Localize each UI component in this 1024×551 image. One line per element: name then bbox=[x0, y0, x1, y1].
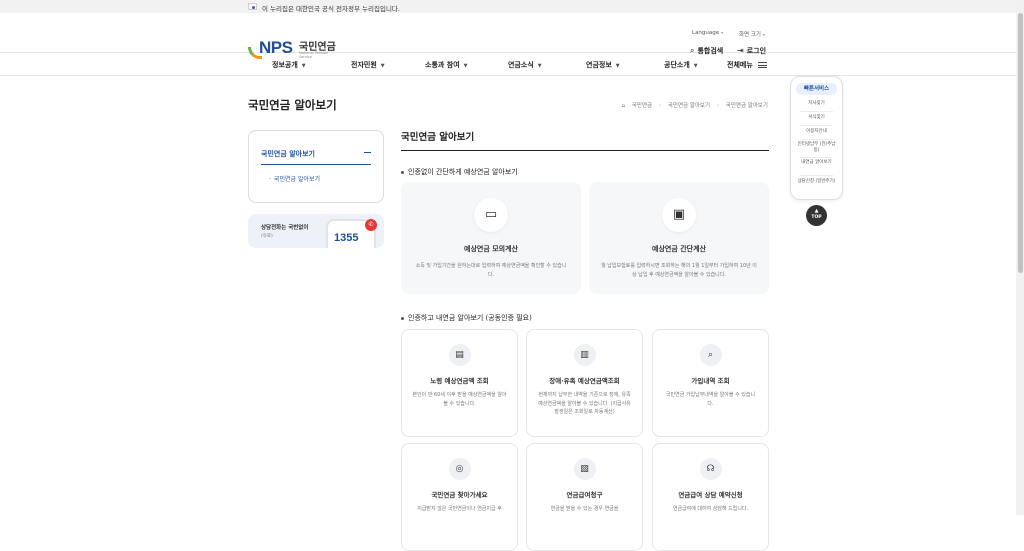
call-title: 상담전화는 국번없이 bbox=[261, 225, 309, 231]
page-title: 국민연금 알아보기 bbox=[248, 98, 337, 112]
headset-icon: ☊ bbox=[699, 458, 722, 480]
divider bbox=[800, 175, 833, 176]
gnb-item-info[interactable]: 정보공개 ▼ bbox=[272, 60, 306, 70]
chevron-down-icon: ▼ bbox=[693, 63, 698, 69]
card-disability-survivor[interactable]: ▥ 장애·유족 예상연금액조회 현재까지 납부한 내역을 기준으로 장애, 유족… bbox=[526, 329, 643, 437]
coin-icon: ◎ bbox=[448, 458, 471, 480]
breadcrumb: ⌂ 국민연금 › 국민연금 알아보기 › 국민연금 알아보기 bbox=[617, 101, 768, 109]
gnb-item-news[interactable]: 연금소식 ▼ bbox=[508, 60, 542, 70]
section-title-certified: 인증하고 내연금 알아보기 (공동인증 필요) bbox=[401, 313, 532, 323]
chevron-down-icon: ▼ bbox=[463, 63, 468, 69]
card-benefit-claim[interactable]: ▧ 연금급여청구 연금을 받을 수 있는 경우 연금을 bbox=[526, 443, 643, 551]
magnifier-icon: ⌕ bbox=[699, 344, 722, 366]
korea-flag-icon bbox=[248, 3, 257, 10]
chevron-down-icon: ▼ bbox=[301, 63, 306, 69]
gnb-item-about[interactable]: 공단소개 ▼ bbox=[664, 60, 698, 70]
section-title-simple: 인증없이 간단하게 예상연금 알아보기 bbox=[401, 167, 518, 177]
chevron-down-icon: ▾ bbox=[721, 30, 724, 35]
page-scrollbar[interactable] bbox=[1016, 0, 1024, 515]
chevron-down-icon: ▼ bbox=[615, 63, 620, 69]
divider bbox=[800, 157, 833, 158]
card-find-pension[interactable]: ◎ 국민연금 찾아가세요 지급받지 않은 국민연금이나 연금지급 후 bbox=[401, 443, 518, 551]
hamburger-icon bbox=[757, 62, 767, 68]
card-description: 본인이 만 60세 이후 받을 예상연금액을 알아볼 수 있습니다. bbox=[412, 392, 507, 407]
sidebar-menu: 국민연금 알아보기 국민연금 알아보기 bbox=[248, 130, 384, 203]
home-icon[interactable]: ⌂ bbox=[622, 103, 626, 109]
divider bbox=[800, 139, 833, 140]
main-navigation: 정보공개 ▼ 전자민원 ▼ 소통과 참여 ▼ 연금소식 ▼ 연금정보 ▼ 공단소개 ▼ 전체… bbox=[0, 54, 1024, 76]
card-title: 연금급여청구 bbox=[566, 491, 603, 499]
card-enrollment-history[interactable]: ⌕ 가입내역 조회 국민연금 가입납부내역을 알아볼 수 있습니다. bbox=[652, 329, 769, 437]
card-old-age-pension[interactable]: ▤ 노령 예상연금액 조회 본인이 만 60세 이후 받을 예상연금액을 알아볼… bbox=[401, 329, 518, 437]
chevron-down-icon: ▼ bbox=[537, 63, 542, 69]
card-description: 연금을 받을 수 있는 경우 연금을 bbox=[550, 506, 619, 512]
quick-service-heading: 빠른서비스 bbox=[796, 83, 837, 95]
scrollbar-thumb[interactable] bbox=[1017, 13, 1023, 273]
sidebar-heading[interactable]: 국민연금 알아보기 bbox=[261, 149, 315, 159]
language-selector[interactable]: Language ▾ bbox=[692, 30, 723, 36]
all-menu-button[interactable]: 전체메뉴 bbox=[727, 60, 767, 70]
sidebar-item[interactable]: 국민연금 알아보기 bbox=[269, 174, 320, 183]
card-title: 노령 예상연금액 조회 bbox=[430, 377, 489, 385]
card-title: 예상연금 모의계산 bbox=[464, 245, 518, 253]
card-description: 지급받지 않은 국민연금이나 연금지급 후 bbox=[417, 506, 502, 512]
card-description: 월 납입보험료를 입력하시면 조회하는 해의 1월 1일부터 가입하여 10년 … bbox=[601, 263, 757, 278]
chevron-down-icon: ▼ bbox=[380, 63, 385, 69]
phone-illustration: 1355 ✆ bbox=[326, 219, 377, 248]
presentation-board-icon: ▣ bbox=[662, 198, 696, 232]
scroll-top-button[interactable]: ▲ TOP bbox=[806, 205, 827, 226]
card-description: 소득 및 가입기간을 원하는대로 입력하여 예상연금액을 확인할 수 있습니다. bbox=[415, 263, 567, 278]
breadcrumb-home[interactable]: 국민연금 bbox=[632, 103, 652, 109]
call-number: 1355 bbox=[334, 232, 359, 244]
quick-service-panel: 빠른서비스 지사찾기 서식찾기 이용자안내 인터넷납부 (전/추납 등) 내연금… bbox=[790, 76, 843, 200]
card-title: 예상연금 간단계산 bbox=[652, 245, 706, 253]
id-card-icon: ▤ bbox=[448, 344, 471, 366]
gnb-item-community[interactable]: 소통과 참여 ▼ bbox=[425, 60, 468, 70]
gnb-item-eservice[interactable]: 전자민원 ▼ bbox=[351, 60, 385, 70]
quick-item-consult[interactable]: 상담신청 (일반주기) bbox=[794, 179, 839, 185]
gov-banner-text: 이 누리집은 대한민국 공식 전자정부 누리집입니다. bbox=[262, 5, 400, 13]
content-title: 국민연금 알아보기 bbox=[401, 132, 475, 143]
card-consultation-booking[interactable]: ☊ 연금급여 상담 예약신청 연금급여에 대하여 상담해 드립니다. bbox=[652, 443, 769, 551]
card-title: 장애·유족 예상연금액조회 bbox=[549, 377, 620, 385]
chevron-right-icon: › bbox=[716, 103, 720, 109]
clipboard-icon: ▥ bbox=[573, 344, 596, 366]
gov-banner: 이 누리집은 대한민국 공식 전자정부 누리집입니다. bbox=[0, 0, 1024, 13]
call-sub: (유료) bbox=[261, 234, 273, 239]
card-title: 가입내역 조회 bbox=[691, 377, 730, 385]
card-simple-calculation[interactable]: ▣ 예상연금 간단계산 월 납입보험료를 입력하시면 조회하는 해의 1월 1일… bbox=[589, 182, 769, 294]
quick-item-guide[interactable]: 이용자안내 bbox=[794, 129, 839, 135]
monitor-play-icon: ▭ bbox=[474, 198, 508, 232]
collapse-icon[interactable] bbox=[364, 152, 371, 153]
quick-item-branch[interactable]: 지사찾기 bbox=[794, 101, 839, 107]
breadcrumb-level2[interactable]: 국민연금 알아보기 bbox=[726, 103, 768, 109]
top-label: TOP bbox=[811, 215, 822, 220]
card-description: 국민연금 가입납부내역을 알아볼 수 있습니다. bbox=[665, 392, 756, 407]
site-header: NPS 국민연금 National Pension Service Langua… bbox=[0, 13, 1024, 59]
chevron-right-icon: › bbox=[658, 103, 662, 109]
card-description: 현재까지 납부한 내역을 기준으로 장애, 유족 예상연금액을 알아볼 수 있습… bbox=[538, 392, 631, 415]
zoom-selector[interactable]: 화면 크기 ▾ bbox=[739, 30, 765, 38]
title-divider bbox=[401, 150, 769, 151]
card-description: 연금급여에 대하여 상담해 드립니다. bbox=[672, 506, 749, 512]
quick-item-forms[interactable]: 서식찾기 bbox=[794, 115, 839, 121]
divider bbox=[800, 111, 833, 112]
breadcrumb-level1[interactable]: 국민연금 알아보기 bbox=[668, 103, 710, 109]
chevron-down-icon: ▾ bbox=[763, 32, 766, 37]
gnb-item-pension-info[interactable]: 연금정보 ▼ bbox=[586, 60, 620, 70]
card-mock-calculation[interactable]: ▭ 예상연금 모의계산 소득 및 가입기간을 원하는대로 입력하여 예상연금액을… bbox=[401, 182, 581, 294]
divider bbox=[800, 125, 833, 126]
quick-item-my-pension[interactable]: 내연금 알아보기 bbox=[794, 160, 839, 166]
phone-icon: ✆ bbox=[365, 219, 377, 231]
card-title: 연금급여 상담 예약신청 bbox=[678, 491, 743, 499]
arrow-up-icon: ▲ bbox=[814, 208, 819, 214]
card-title: 국민연금 찾아가세요 bbox=[431, 491, 488, 499]
divider bbox=[261, 164, 371, 165]
document-money-icon: ▧ bbox=[573, 458, 596, 480]
call-center-box: 상담전화는 국번없이 (유료) 1355 ✆ bbox=[248, 214, 384, 248]
quick-item-payment[interactable]: 인터넷납부 (전/추납 등) bbox=[794, 142, 839, 154]
